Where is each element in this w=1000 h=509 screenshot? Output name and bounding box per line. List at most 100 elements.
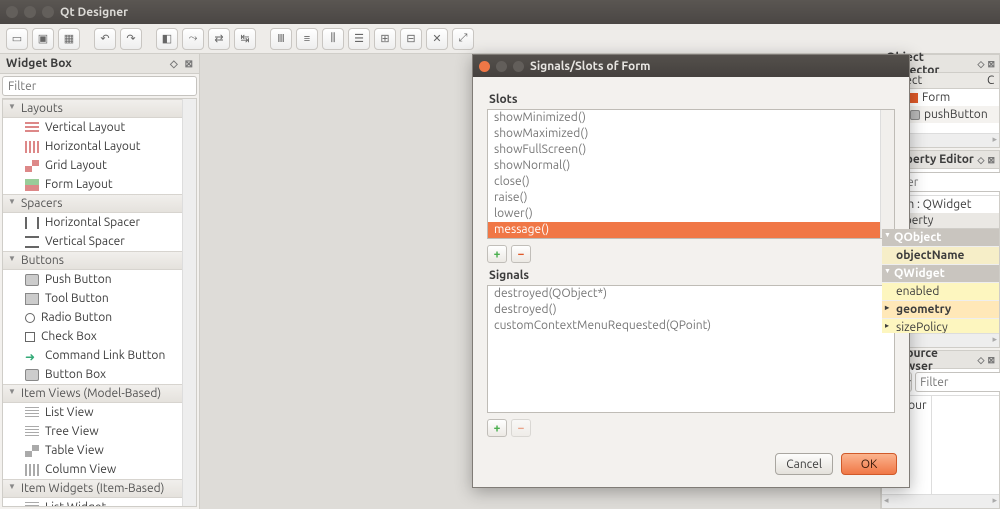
cat-itemviews[interactable]: Item Views (Model-Based) [3,384,196,403]
tool-laygrid[interactable]: ⊞ [374,28,396,50]
cat-itemwidgets[interactable]: Item Widgets (Item-Based) [3,479,196,498]
prop-enabled[interactable]: enabled [882,283,999,301]
tool-open[interactable]: ▣ [32,28,54,50]
widget-box-title: Widget Box [6,57,72,70]
listview-icon [25,407,39,419]
prop-sizepolicy[interactable]: ▸sizePolicy [882,319,999,333]
tool-undo[interactable]: ↶ [94,28,116,50]
columnview-icon [25,464,39,476]
slots-scroll[interactable] [880,110,894,238]
tool-laysplit-h[interactable]: ⫼ [322,28,344,50]
item-form[interactable]: Form Layout [3,175,196,194]
cat-spacers[interactable]: Spacers [3,194,196,213]
slot-item[interactable]: showNormal() [488,158,894,174]
item-cmdlink[interactable]: ➜Command Link Button [3,346,196,365]
ok-button[interactable]: OK [841,453,897,475]
item-vlayout[interactable]: Vertical Layout [3,118,196,137]
tool-adjust[interactable]: ⤢ [452,28,474,50]
item-listview[interactable]: List View [3,403,196,422]
tool-redo[interactable]: ↷ [120,28,142,50]
prop-objectname[interactable]: objectName [882,247,999,265]
item-listwidget[interactable]: List Widget [3,498,196,507]
item-check[interactable]: Check Box [3,327,196,346]
item-grid[interactable]: Grid Layout [3,156,196,175]
signal-item[interactable]: customContextMenuRequested(QPoint) [488,318,894,334]
tab-icon: ↹ [240,32,249,45]
window-close-icon[interactable] [6,6,18,18]
res-view[interactable] [932,396,999,494]
add-signal-button[interactable]: + [487,419,507,437]
slots-list[interactable]: showMinimized() showMaximized() showFull… [487,109,895,239]
item-hspacer[interactable]: Horizontal Spacer [3,213,196,232]
tool-layh[interactable]: Ⅲ [270,28,292,50]
item-bbox[interactable]: Button Box [3,365,196,384]
dock-close-icon[interactable]: ⊠ [987,59,995,69]
tool-layform[interactable]: ⊟ [400,28,422,50]
dock-close-icon[interactable]: ⊠ [185,58,193,69]
dock-float-icon[interactable]: ◇ [978,155,985,165]
vspacer-icon [25,236,39,248]
dock-float-icon[interactable]: ◇ [978,59,985,69]
dock-float-icon[interactable]: ◇ [978,355,985,365]
widgetbox-scroll[interactable] [182,99,196,506]
item-radio[interactable]: Radio Button [3,308,196,327]
prop-grp-qobject[interactable]: QObject [882,229,999,247]
dialog-min-icon[interactable] [496,61,507,72]
remove-slot-button[interactable]: − [511,245,531,263]
tool-editsignals[interactable]: ⤳ [182,28,204,50]
window-min-icon[interactable] [24,6,36,18]
slot-item[interactable]: showMinimized() [488,110,894,126]
dock-close-icon[interactable]: ⊠ [987,355,995,365]
tool-laysplit-v[interactable]: ☰ [348,28,370,50]
res-filter[interactable] [915,372,1000,392]
slot-item[interactable]: showMaximized() [488,126,894,142]
dialog-close-icon[interactable] [479,61,490,72]
signal-item[interactable]: destroyed() [488,302,894,318]
prop-grp-qwidget[interactable]: QWidget [882,265,999,283]
cat-buttons[interactable]: Buttons [3,251,196,270]
hlayout-icon [25,141,39,153]
slot-item[interactable]: raise() [488,190,894,206]
radio-icon [25,313,35,323]
slot-item-selected[interactable]: message() [488,222,894,238]
widget-box-header: Widget Box ◇ ⊠ [0,54,199,74]
item-push[interactable]: Push Button [3,270,196,289]
cat-layouts[interactable]: Layouts [3,99,196,118]
signals-label: Signals [489,269,895,282]
tool-save[interactable]: ▦ [58,28,80,50]
widget-icon: ◧ [162,32,172,45]
widget-box-filter[interactable] [2,76,197,96]
res-hscroll[interactable] [882,494,999,508]
tool-edittab[interactable]: ↹ [234,28,256,50]
item-tableview[interactable]: Table View [3,441,196,460]
tool-editbuddies[interactable]: ⇄ [208,28,230,50]
item-vspacer[interactable]: Vertical Spacer [3,232,196,251]
tool-editwidgets[interactable]: ◧ [156,28,178,50]
tool-new[interactable]: ▭ [6,28,28,50]
window-max-icon[interactable] [42,6,54,18]
cancel-button[interactable]: Cancel [775,453,833,475]
listwidget-icon [25,502,39,508]
tool-layv[interactable]: ≡ [296,28,318,50]
signals-list[interactable]: destroyed(QObject*) destroyed() customCo… [487,285,895,413]
signals-slots-dialog: Signals/Slots of Form Slots showMinimize… [472,54,910,488]
widget-box-tree[interactable]: Layouts Vertical Layout Horizontal Layou… [2,98,197,507]
remove-signal-button[interactable]: − [511,419,531,437]
tool-break[interactable]: ✕ [426,28,448,50]
prop-geometry[interactable]: ▸geometry [882,301,999,319]
item-hlayout[interactable]: Horizontal Layout [3,137,196,156]
slot-item[interactable]: showFullScreen() [488,142,894,158]
dialog-max-icon[interactable] [513,61,524,72]
slot-item[interactable]: close() [488,174,894,190]
item-columnview[interactable]: Column View [3,460,196,479]
dock-close-icon[interactable]: ⊠ [987,155,995,165]
slot-item[interactable]: lower() [488,206,894,222]
item-tool[interactable]: Tool Button [3,289,196,308]
dock-float-icon[interactable]: ◇ [170,58,178,69]
dialog-titlebar[interactable]: Signals/Slots of Form [473,55,909,77]
add-slot-button[interactable]: + [487,245,507,263]
design-canvas[interactable]: Signals/Slots of Form Slots showMinimize… [200,54,880,509]
item-treeview[interactable]: Tree View [3,422,196,441]
signal-item[interactable]: destroyed(QObject*) [488,286,894,302]
inspector-col-class[interactable]: C [983,73,999,89]
